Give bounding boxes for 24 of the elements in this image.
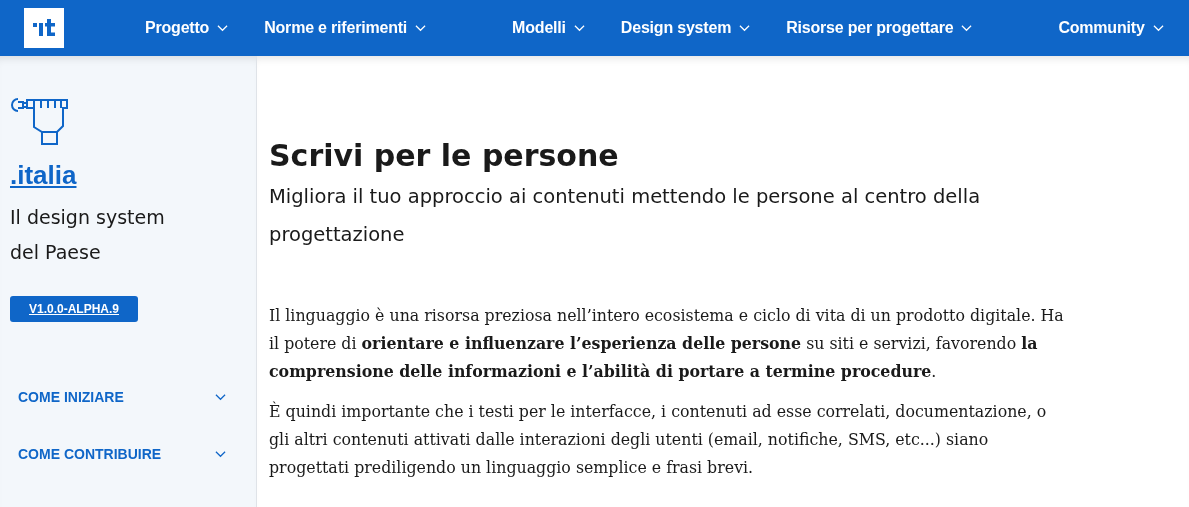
chevron-down-icon [217, 24, 229, 32]
chevron-down-icon [739, 24, 751, 32]
nav-menu-item[interactable]: Design system [620, 19, 751, 37]
nav-menu-item[interactable]: Modelli [512, 19, 585, 37]
version-button[interactable]: V1.0.0-ALPHA.9 [10, 296, 138, 322]
chevron-down-icon [215, 393, 226, 401]
chevron-down-icon [573, 24, 585, 32]
paragraph: È quindi importante che i testi per le interfacce, i contenuti ad esse correlati, documentazione, o gli altri contenuti attivati dalle interazioni degli utenti (email, notifiche, SMS, etc...) siano progettati prediligendo un linguaggio semplice e frasi brevi. [269, 400, 1048, 479]
sidebar-menu-item[interactable]: COME CONTRIBUIRE [10, 441, 256, 467]
chevron-down-icon [215, 450, 226, 458]
page-subtitle: Migliora il tuo approccio ai contenuti mettendo le persone al centro della progettazione [269, 184, 982, 248]
nav-menu-item[interactable]: Norme e riferimenti [264, 19, 427, 37]
chevron-down-icon [1152, 24, 1164, 32]
logo-icon[interactable] [24, 8, 64, 48]
brand-link[interactable]: .italia [10, 160, 77, 190]
chevron-down-icon [415, 24, 427, 32]
sidebar-menu-item[interactable]: COME INIZIARE [10, 384, 256, 410]
nav-menu-item[interactable]: Community [1058, 19, 1164, 37]
tagline: Il design system del Paese [10, 205, 165, 265]
nav-menu-item[interactable]: Progetto [145, 19, 229, 37]
chevron-down-icon [961, 24, 973, 32]
nav-menu-item[interactable]: Risorse per progettare [786, 19, 973, 37]
page-title: Scrivi per le persone [269, 137, 620, 175]
paragraph: Il linguaggio è una risorsa preziosa nell’intero ecosistema e ciclo di vita di un prodotto digitale. Ha il potere di orientare e influenzare l’esperienza delle persone su siti e servizi, favorendo la comprensione delle informazioni e l’abilità di portare a termine procedure. [269, 305, 1065, 383]
